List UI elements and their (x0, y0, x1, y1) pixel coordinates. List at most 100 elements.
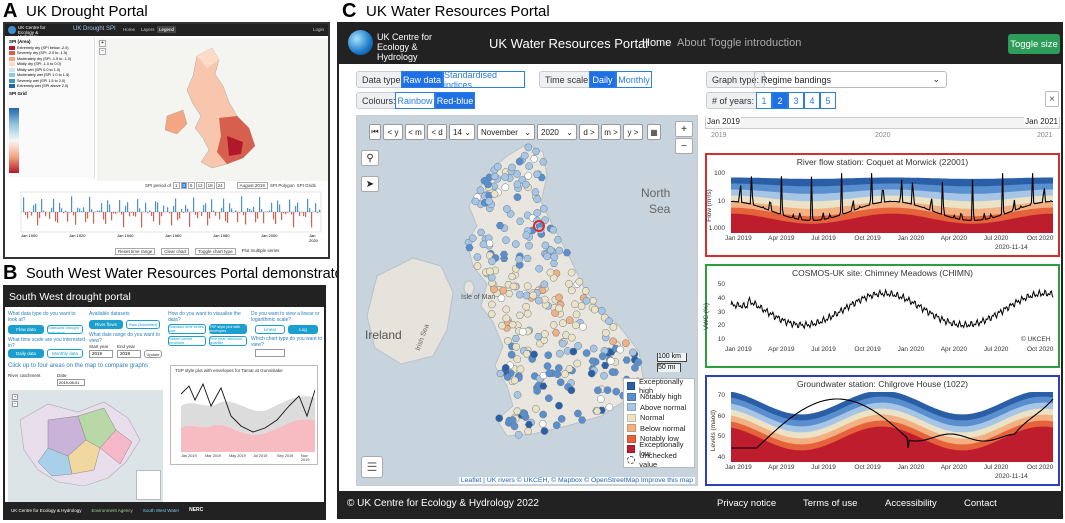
month-button-6[interactable]: 6 (188, 182, 195, 189)
station-marker[interactable] (574, 409, 582, 418)
layers-icon[interactable]: ☰ (361, 456, 383, 478)
station-marker[interactable] (531, 405, 540, 413)
back-year-button[interactable]: < y (383, 124, 403, 140)
plot-multiple-series-toggle[interactable]: Plot multiple series (242, 248, 280, 255)
station-marker[interactable] (574, 342, 582, 350)
station-marker[interactable] (581, 287, 590, 295)
station-marker[interactable] (582, 349, 591, 357)
station-marker[interactable] (513, 180, 522, 189)
station-marker[interactable] (587, 369, 596, 378)
station-marker[interactable] (571, 321, 580, 330)
station-marker[interactable] (593, 407, 602, 415)
station-marker[interactable] (531, 147, 541, 155)
station-marker[interactable] (508, 163, 516, 172)
station-marker[interactable] (499, 250, 509, 258)
station-marker[interactable] (533, 195, 542, 204)
years-button-4[interactable]: 4 (804, 92, 820, 109)
station-marker[interactable] (516, 217, 525, 225)
station-marker[interactable] (515, 311, 524, 319)
station-marker[interactable] (544, 351, 553, 360)
station-marker[interactable] (524, 421, 534, 429)
standardised-indices-button[interactable]: Standardised indices (443, 70, 525, 90)
station-marker[interactable] (555, 349, 564, 358)
search-icon[interactable]: ⚲ (361, 150, 379, 166)
station-marker[interactable] (523, 282, 532, 291)
station-marker[interactable] (589, 344, 598, 353)
station-marker[interactable] (522, 180, 530, 189)
footer-contact[interactable]: Contact (964, 498, 997, 509)
station-marker[interactable] (549, 259, 559, 267)
nav-home[interactable]: Home (642, 37, 671, 49)
zoom-in-button[interactable]: + (99, 40, 106, 47)
station-marker[interactable] (540, 330, 549, 338)
forward-month-button[interactable]: m > (601, 124, 621, 140)
station-marker[interactable] (522, 291, 531, 300)
years-button-3[interactable]: 3 (788, 92, 804, 109)
station-marker[interactable] (502, 305, 511, 314)
station-marker[interactable] (567, 286, 576, 295)
station-marker[interactable] (534, 296, 543, 305)
calendar-icon[interactable]: ▦ (647, 124, 661, 140)
station-marker[interactable] (556, 378, 565, 387)
station-marker[interactable] (567, 333, 576, 342)
station-marker[interactable] (485, 197, 493, 206)
station-marker[interactable] (471, 197, 480, 206)
station-marker[interactable] (509, 282, 518, 290)
station-marker[interactable] (539, 410, 548, 419)
panel-a-map[interactable]: + − (97, 38, 328, 181)
river-flows-button[interactable]: River flows (89, 320, 123, 329)
sw-catchment-map[interactable]: + − (8, 390, 163, 505)
station-marker[interactable] (559, 319, 567, 327)
update-button[interactable]: Update (144, 350, 162, 358)
station-marker[interactable] (582, 296, 591, 305)
station-marker[interactable] (570, 300, 579, 309)
station-marker[interactable] (543, 252, 551, 261)
station-marker[interactable] (501, 363, 510, 372)
station-marker[interactable] (495, 414, 504, 423)
clear-chart-button[interactable]: Clear chart (161, 248, 190, 255)
station-marker[interactable] (484, 180, 492, 189)
station-marker[interactable] (487, 310, 496, 318)
station-marker[interactable] (530, 350, 538, 359)
five-year-button[interactable]: Five year historical quantile (209, 336, 247, 346)
month-button-24[interactable]: 24 (215, 182, 225, 189)
footer-privacy[interactable]: Privacy notice (717, 498, 776, 509)
station-marker[interactable] (612, 387, 621, 396)
tsp-style-button[interactable]: TSP style plot with envelopes (209, 324, 247, 334)
station-marker[interactable] (567, 386, 576, 395)
station-marker[interactable] (529, 291, 538, 300)
spi-grids-toggle[interactable]: SPI Grids (297, 183, 316, 188)
red-blue-button[interactable]: Red-blue (435, 92, 475, 109)
date-range-slider[interactable]: Jan 2019 Jan 2021 (705, 117, 1060, 129)
graph-type-select[interactable]: Regime bandings ⌄ (754, 71, 947, 88)
station-marker[interactable] (605, 403, 614, 412)
station-marker[interactable] (555, 246, 564, 255)
station-marker[interactable] (513, 355, 522, 364)
date-input[interactable]: 2019-08-01 (57, 379, 85, 386)
chart-type-select[interactable] (255, 349, 285, 357)
nav-legend[interactable]: Legend (157, 26, 177, 33)
flow-data-button[interactable]: Flow data (8, 325, 44, 334)
years-button-1[interactable]: 1 (756, 92, 772, 109)
nav-about[interactable]: About (677, 37, 706, 49)
start-year-select[interactable]: 2019 (89, 350, 113, 358)
month-button-1[interactable]: 1 (173, 182, 180, 189)
station-marker[interactable] (525, 241, 533, 250)
years-button-5[interactable]: 5 (820, 92, 836, 109)
close-button[interactable]: × (1045, 91, 1059, 107)
station-marker[interactable] (522, 302, 530, 311)
station-marker[interactable] (622, 356, 631, 364)
sw-zoom-out[interactable]: − (12, 401, 18, 407)
standard-time-series-button[interactable]: Standard time series plot (168, 324, 206, 334)
station-marker[interactable] (522, 350, 531, 358)
station-marker[interactable] (513, 391, 522, 399)
log-button[interactable]: Log (288, 325, 318, 334)
station-marker[interactable] (488, 257, 496, 266)
station-marker[interactable] (544, 394, 553, 403)
station-marker[interactable] (516, 365, 525, 374)
station-marker[interactable] (508, 321, 517, 329)
station-marker[interactable] (525, 162, 534, 171)
station-marker[interactable] (578, 416, 587, 424)
station-marker[interactable] (523, 254, 532, 262)
return-period-button[interactable]: Return period envelope (168, 336, 206, 346)
